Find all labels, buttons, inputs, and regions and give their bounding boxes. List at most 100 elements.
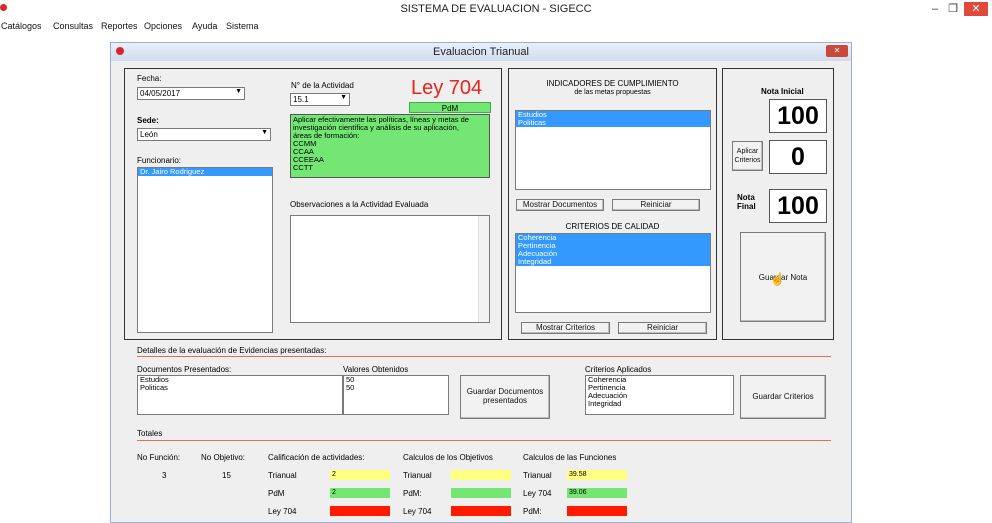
totales-title: Totales (137, 429, 163, 438)
sede-label: Sede: (137, 116, 159, 125)
detalles-title: Detalles de la evaluación de Evidencias … (137, 346, 327, 355)
sede-select[interactable]: León ▼ (137, 128, 271, 141)
no-funcion-value: 3 (162, 471, 167, 480)
criterios-aplicados-label: Criterios Aplicados (585, 365, 652, 374)
list-item[interactable]: Integridad (586, 400, 733, 408)
menu-consultas[interactable]: Consultas (53, 21, 93, 31)
nota-final-label-line: Nota (737, 193, 755, 202)
funcionario-label: Funcionario: (137, 156, 182, 165)
ley-title: Ley 704 (411, 77, 483, 99)
dialog-close-button[interactable]: ✕ (826, 45, 848, 57)
funciones-label: Calculos de las Funciones (523, 453, 617, 462)
list-item[interactable]: Politicas (516, 119, 710, 127)
func-pdm-value: 40.00 (567, 506, 627, 516)
obj-ley704-value (451, 506, 511, 516)
documentos-label: Documentos Presentados: (137, 365, 232, 374)
sede-value: León (140, 130, 158, 139)
description-line: CCTT (293, 163, 313, 172)
list-item[interactable]: Dr. Jairo Rodriguez (138, 168, 272, 176)
obj-trianual-value (451, 470, 511, 480)
no-objetivo-label: No Objetivo: (201, 453, 246, 462)
calif-pdm-label: PdM (268, 489, 285, 498)
menu-ayuda[interactable]: Ayuda (192, 21, 217, 31)
actividad-value: 15.1 (293, 95, 309, 104)
fecha-value: 04/05/2017 (140, 89, 181, 98)
reiniciar-indicadores-button[interactable]: Reiniciar (612, 199, 700, 211)
list-item[interactable]: Politicas (138, 384, 342, 392)
fecha-label: Fecha: (137, 74, 162, 83)
nota-final-label-line: Final (737, 202, 756, 211)
divider (137, 356, 831, 357)
description-line: áreas de formación: (293, 131, 360, 140)
criterios-title: CRITERIOS DE CALIDAD (565, 222, 660, 231)
mostrar-documentos-button[interactable]: Mostrar Documentos (516, 199, 604, 211)
nota-inicial-label: Nota Inicial (761, 87, 804, 96)
obj-trianual-label: Trianual (403, 471, 432, 480)
guardar-documentos-button[interactable]: Guardar Documentos presentados (460, 375, 550, 419)
description-line: CCMM (293, 139, 317, 148)
aplicar-criterios-label: Aplicar (736, 148, 759, 155)
dialog-title: Evaluacion Trianual (432, 46, 529, 58)
mouse-cursor-icon: ☝ (770, 272, 785, 286)
valores-list[interactable]: 50 50 (343, 375, 449, 415)
obj-pdm-value (451, 488, 511, 498)
reiniciar-criterios-button[interactable]: Reiniciar (618, 322, 707, 334)
observaciones-label: Observaciones a la Actividad Evaluada (290, 200, 429, 209)
calif-trianual-value: 2 (330, 470, 390, 480)
funcionario-list[interactable]: Dr. Jairo Rodriguez (137, 167, 273, 333)
list-item[interactable]: Estudios (138, 376, 342, 384)
obj-pdm-label: PdM: (403, 489, 422, 498)
actividad-description: Aplicar efectivamente las políticas, lín… (290, 114, 490, 178)
aplicar-criterios-label: Criterios (734, 157, 761, 164)
list-item[interactable]: 50 (344, 384, 448, 392)
guardar-documentos-label: presentados (482, 396, 528, 405)
nota-criterios-value: 0 (769, 140, 827, 174)
list-item[interactable]: 50 (344, 376, 448, 384)
nota-final-value: 100 (769, 189, 827, 223)
restore-button[interactable]: ❐ (946, 2, 960, 16)
no-objetivo-value: 15 (222, 471, 231, 480)
func-ley704-value: 39.06 (567, 488, 627, 498)
indicadores-subtitle: de las metas propuestas (574, 89, 651, 96)
mostrar-criterios-button[interactable]: Mostrar Criterios (521, 322, 610, 334)
func-trianual-value: 39.58 (567, 470, 627, 480)
func-pdm-label: PdM: (523, 507, 542, 516)
app-title: SISTEMA DE EVALUACION - SIGECC (400, 3, 592, 15)
description-line: CCEEAA (293, 155, 324, 164)
func-trianual-label: Trianual (523, 471, 552, 480)
criterios-aplicados-list[interactable]: Coherencia Pertinencia Adecuación Integr… (585, 375, 734, 415)
divider (137, 440, 831, 441)
nota-final-label: Nota Final (737, 193, 756, 211)
pdm-tag: PdM (409, 102, 491, 113)
indicadores-list[interactable]: Estudios Politicas (515, 110, 711, 190)
obj-ley704-label: Ley 704 (403, 507, 432, 516)
chevron-down-icon: ▼ (261, 129, 268, 136)
objetivos-label: Calculos de los Objetivos (403, 453, 493, 462)
menu-catalogos[interactable]: Catálogos (1, 21, 42, 31)
chevron-down-icon: ▼ (340, 94, 347, 101)
func-ley704-label: Ley 704 (523, 489, 552, 498)
menu-opciones[interactable]: Opciones (144, 21, 182, 31)
fecha-picker[interactable]: 04/05/2017 ▼ (137, 87, 245, 100)
no-funcion-label: No Función: (137, 453, 181, 462)
actividad-label: N° de la Actividad (291, 81, 354, 90)
guardar-criterios-button[interactable]: Guardar Criterios (740, 375, 826, 419)
observaciones-textarea[interactable] (290, 215, 490, 323)
calif-ley704-value: 2 (330, 506, 390, 516)
guardar-documentos-label: Guardar Documentos (466, 387, 544, 396)
aplicar-criterios-button[interactable]: Aplicar Criterios (732, 141, 763, 171)
minimize-button[interactable]: – (928, 2, 942, 16)
calificacion-label: Calificación de actividades: (268, 453, 365, 462)
menu-reportes[interactable]: Reportes (101, 21, 138, 31)
list-item[interactable]: Integridad (516, 258, 710, 266)
menu-sistema[interactable]: Sistema (226, 21, 259, 31)
indicadores-title: INDICADORES DE CUMPLIMIENTO (546, 79, 679, 88)
documentos-list[interactable]: Estudios Politicas (137, 375, 343, 415)
criterios-list[interactable]: Coherencia Pertinencia Adecuación Integr… (515, 233, 711, 313)
calif-trianual-label: Trianual (268, 471, 297, 480)
actividad-select[interactable]: 15.1 ▼ (290, 93, 350, 106)
calif-ley704-label: Ley 704 (268, 507, 297, 516)
valores-label: Valores Obtenidos (343, 365, 409, 374)
close-button[interactable]: ✕ (964, 2, 988, 16)
scrollbar[interactable] (478, 216, 489, 322)
